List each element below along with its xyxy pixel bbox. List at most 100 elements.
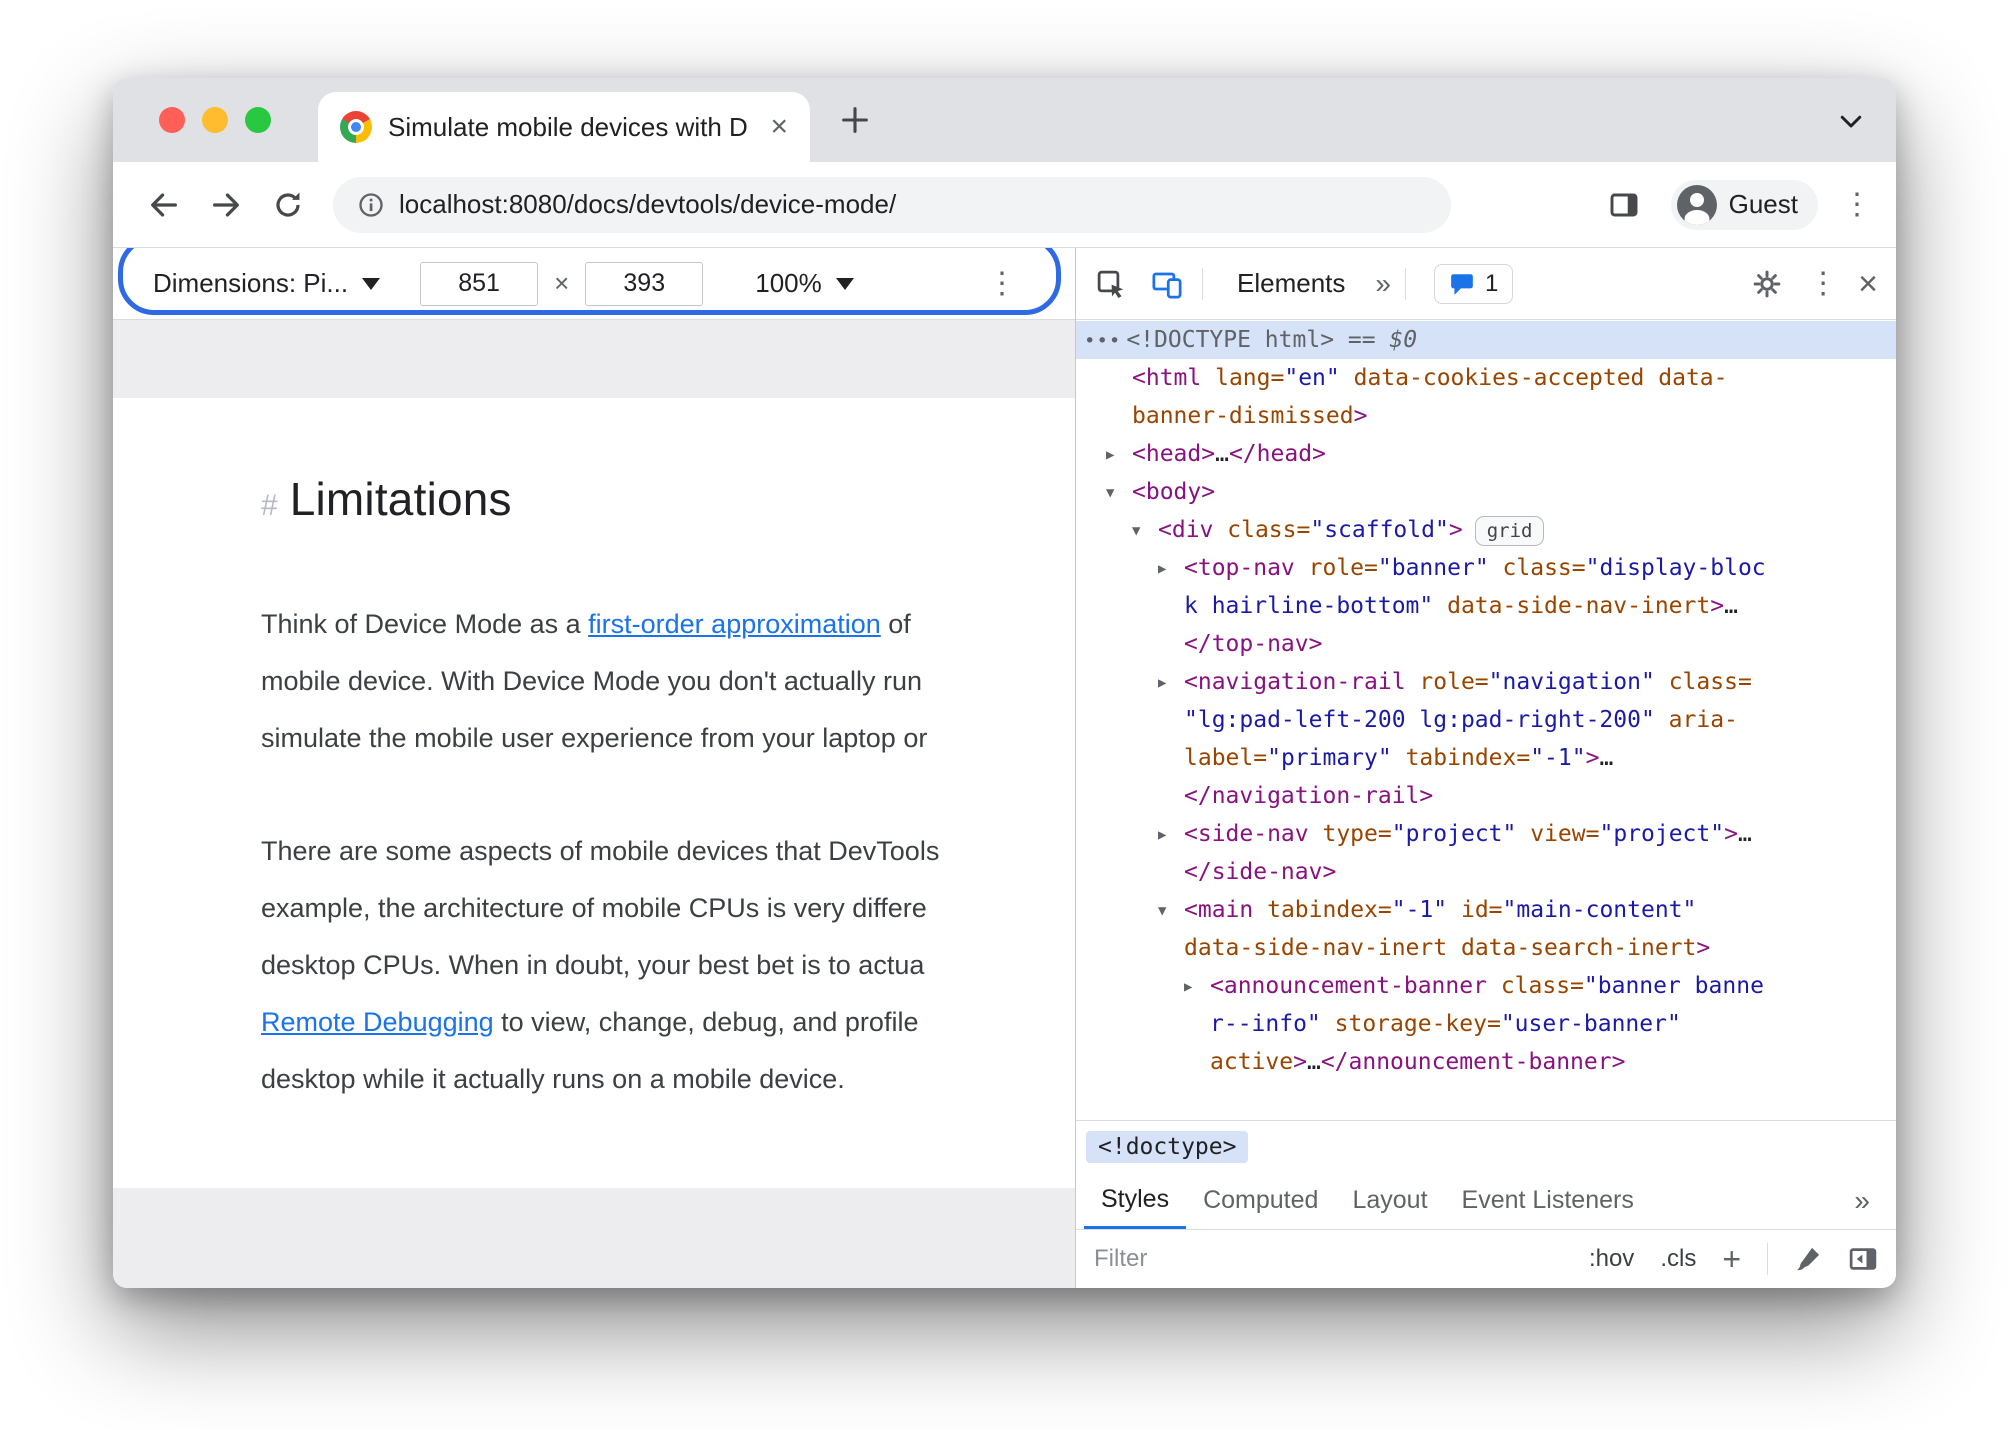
- device-toolbar-menu-button[interactable]: ⋮: [987, 268, 1017, 299]
- styles-filter-input[interactable]: [1094, 1245, 1394, 1273]
- minimize-window-button[interactable]: [202, 107, 228, 133]
- new-style-rule-button[interactable]: +: [1722, 1243, 1741, 1275]
- text-link[interactable]: first-order approximation: [588, 609, 881, 639]
- tree-expand-arrow-icon[interactable]: ▼: [1158, 892, 1184, 930]
- url-bar[interactable]: localhost:8080/docs/devtools/device-mode…: [333, 176, 1451, 233]
- dom-tree-row[interactable]: data-side-nav-inert data-search-inert>: [1076, 929, 1896, 967]
- window-chevron-button[interactable]: [1836, 106, 1866, 136]
- paragraph: Think of Device Mode as a first-order ap…: [261, 596, 1075, 767]
- paragraph-text: Think of Device Mode as a: [261, 609, 589, 639]
- tree-expand-arrow-icon[interactable]: ▼: [1106, 474, 1132, 512]
- maximize-window-button[interactable]: [245, 107, 271, 133]
- toolbar-divider: [1202, 267, 1203, 300]
- tree-expand-arrow-icon[interactable]: ▶: [1158, 550, 1184, 588]
- dom-tree-row[interactable]: ▼ <main tabindex="-1" id="main-content": [1076, 891, 1896, 929]
- text-link[interactable]: Remote Debugging: [261, 1007, 494, 1037]
- profile-name: Guest: [1728, 189, 1798, 219]
- person-icon: [1684, 192, 1710, 225]
- paragraph-text: desktop while it actually runs on a mobi…: [261, 1064, 845, 1094]
- info-icon[interactable]: [357, 191, 385, 219]
- paragraph-text: desktop CPUs. When in doubt, your best b…: [261, 950, 925, 980]
- paint-brush-icon[interactable]: [1794, 1245, 1822, 1273]
- dom-tree-row[interactable]: </top-nav>: [1076, 625, 1896, 663]
- dom-tree-row[interactable]: ▶ <top-nav role="banner" class="display-b…: [1076, 549, 1896, 587]
- chevron-down-icon: [1840, 115, 1862, 128]
- dock-side-icon[interactable]: [1848, 1244, 1878, 1274]
- zoom-dropdown[interactable]: 100%: [755, 268, 822, 299]
- dom-tree-row[interactable]: banner-dismissed>: [1076, 397, 1896, 435]
- url-text: localhost:8080/docs/devtools/device-mode…: [399, 189, 897, 219]
- breadcrumb-doctype[interactable]: <!doctype>: [1086, 1130, 1249, 1163]
- toolbar-divider: [1404, 267, 1406, 300]
- viewport-width-input[interactable]: [420, 261, 539, 306]
- page-pane: Dimensions: Pi... × 100% ⋮ # Limitation: [113, 248, 1075, 1288]
- issues-count: 1: [1484, 269, 1499, 297]
- tab-title: Simulate mobile devices with D: [388, 111, 748, 142]
- close-window-button[interactable]: [159, 107, 185, 133]
- dom-tree-row[interactable]: r--info" storage-key="user-banner": [1076, 1005, 1896, 1043]
- device-toolbar: Dimensions: Pi... × 100% ⋮: [113, 248, 1075, 320]
- dimensions-separator: ×: [554, 268, 570, 298]
- grid-badge[interactable]: grid: [1474, 515, 1545, 546]
- dom-tree-row[interactable]: "lg:pad-left-200 lg:pad-right-200" aria-: [1076, 701, 1896, 739]
- tab-close-icon[interactable]: ×: [770, 112, 788, 142]
- dom-tree-row[interactable]: ▼ <div class="scaffold"> grid: [1076, 511, 1896, 549]
- gear-icon: [1753, 270, 1781, 297]
- dom-tree-row[interactable]: k hairline-bottom" data-side-nav-inert>…: [1076, 587, 1896, 625]
- dimensions-dropdown[interactable]: Dimensions: Pi...: [153, 268, 348, 299]
- browser-navbar: localhost:8080/docs/devtools/device-mode…: [113, 162, 1896, 248]
- forward-button[interactable]: [203, 182, 249, 228]
- dom-tree-row[interactable]: ▶ <side-nav type="project" view="project"…: [1076, 815, 1896, 853]
- dom-tree-row[interactable]: label="primary" tabindex="-1">…: [1076, 739, 1896, 777]
- side-panel-button[interactable]: [1601, 182, 1647, 228]
- dom-tree-row[interactable]: ▶ <announcement-banner class="banner bann…: [1076, 967, 1896, 1005]
- elements-dom-tree: ••• <!DOCTYPE html> == $0 <html lang="en" …: [1076, 320, 1896, 1120]
- device-toolbar-icon: [1152, 272, 1182, 298]
- back-button[interactable]: [141, 182, 187, 228]
- devtools-toolbar: Elements » 1 ⋮ ×: [1076, 248, 1896, 320]
- settings-button[interactable]: [1746, 263, 1788, 305]
- tree-expand-arrow-icon[interactable]: ▼: [1132, 512, 1158, 550]
- inspect-element-button[interactable]: [1090, 263, 1132, 305]
- inspect-cursor-icon: [1097, 270, 1124, 298]
- toggle-hover-state-button[interactable]: :hov: [1589, 1245, 1634, 1273]
- tree-expand-arrow-icon[interactable]: ▶: [1158, 816, 1184, 854]
- tree-expand-arrow-icon[interactable]: ▶: [1106, 436, 1132, 474]
- traffic-lights: [159, 107, 271, 133]
- dom-tree-row[interactable]: ••• <!DOCTYPE html> == $0: [1076, 321, 1896, 359]
- paragraph: There are some aspects of mobile devices…: [261, 823, 1075, 1108]
- arrow-right-icon: [213, 192, 239, 217]
- tab-strip: Simulate mobile devices with D ×: [113, 78, 1896, 162]
- tree-expand-arrow-icon[interactable]: ▶: [1158, 664, 1184, 702]
- reload-button[interactable]: [265, 182, 311, 228]
- more-sidebar-tabs-button[interactable]: »: [1836, 1172, 1888, 1229]
- browser-menu-button[interactable]: ⋮: [1842, 189, 1872, 220]
- viewport-height-input[interactable]: [585, 261, 704, 306]
- tab-elements[interactable]: Elements: [1237, 268, 1345, 299]
- browser-tab[interactable]: Simulate mobile devices with D ×: [318, 92, 810, 162]
- dom-tree-row[interactable]: <html lang="en" data-cookies-accepted da…: [1076, 359, 1896, 397]
- dom-tree-row[interactable]: ▼ <body>: [1076, 473, 1896, 511]
- dom-tree-row[interactable]: </side-nav>: [1076, 853, 1896, 891]
- device-toolbar-toggle-button[interactable]: [1146, 263, 1188, 305]
- dom-tree-row[interactable]: ▶ <navigation-rail role="navigation" clas…: [1076, 663, 1896, 701]
- styles-filter-bar: :hov .cls +: [1076, 1230, 1896, 1288]
- more-panels-button[interactable]: »: [1375, 268, 1391, 300]
- new-tab-button[interactable]: [835, 100, 875, 140]
- tab-computed[interactable]: Computed: [1186, 1172, 1335, 1229]
- dom-tree-row[interactable]: active>…</announcement-banner>: [1076, 1043, 1896, 1081]
- chevron-down-icon[interactable]: [362, 277, 381, 290]
- profile-chip[interactable]: Guest: [1670, 179, 1818, 230]
- dom-tree-row[interactable]: </navigation-rail>: [1076, 777, 1896, 815]
- heading-anchor-hash[interactable]: #: [261, 489, 278, 523]
- chevron-down-icon[interactable]: [835, 277, 854, 290]
- toggle-class-button[interactable]: .cls: [1660, 1245, 1696, 1273]
- tree-expand-arrow-icon[interactable]: ▶: [1184, 968, 1210, 1006]
- tab-event-listeners[interactable]: Event Listeners: [1445, 1172, 1651, 1229]
- tab-styles[interactable]: Styles: [1084, 1172, 1187, 1229]
- issues-badge[interactable]: 1: [1433, 263, 1514, 304]
- tab-layout[interactable]: Layout: [1335, 1172, 1444, 1229]
- devtools-menu-button[interactable]: ⋮: [1808, 268, 1838, 299]
- dom-tree-row[interactable]: ▶ <head>…</head>: [1076, 435, 1896, 473]
- devtools-close-button[interactable]: ×: [1858, 267, 1878, 301]
